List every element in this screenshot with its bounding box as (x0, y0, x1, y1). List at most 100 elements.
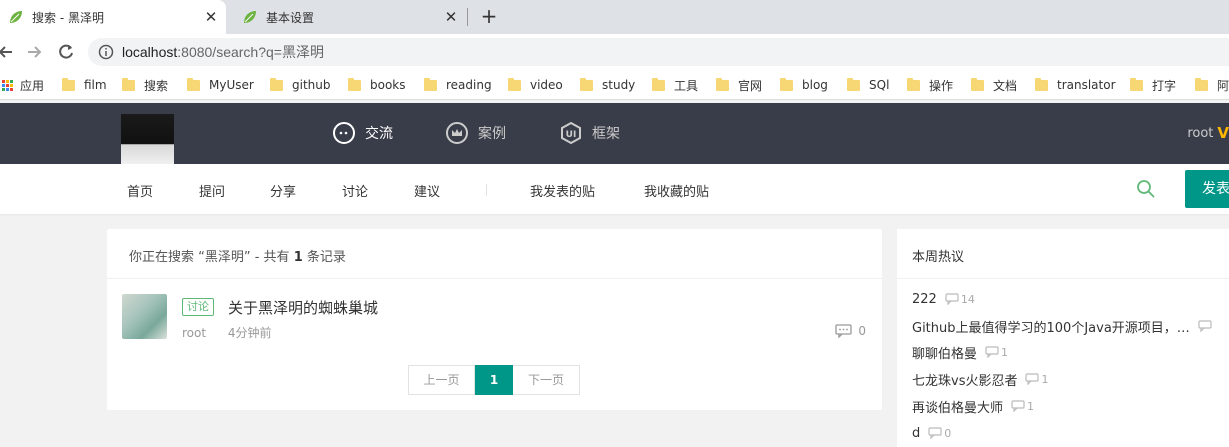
topnav-item-framework[interactable]: UI 框架 (559, 119, 620, 147)
tab-search[interactable]: 搜索 - 黑泽明 ✕ (0, 0, 226, 34)
bookmark-label: reading (446, 78, 492, 92)
subnav-item-my-favorites[interactable]: 我收藏的贴 (644, 181, 709, 200)
bookmark-label: study (602, 78, 636, 92)
bookmark-label: 操作 (929, 78, 954, 93)
info-icon[interactable] (98, 44, 114, 60)
subnav-item-discuss[interactable]: 讨论 (342, 181, 368, 200)
hot-topic-count-value: 0 (944, 426, 952, 440)
folder-icon (348, 77, 361, 91)
subnav-divider (486, 184, 487, 196)
search-result-count: 1 (293, 250, 303, 265)
back-arrow-icon[interactable] (0, 42, 16, 62)
hot-topic-item[interactable]: 七龙珠vs火影忍者 1 (912, 370, 1048, 389)
folder-icon (62, 77, 75, 91)
hot-topic-item[interactable]: 222 14 (912, 290, 975, 308)
forward-arrow-icon[interactable] (24, 42, 44, 62)
apps-grid-icon (2, 79, 13, 91)
close-tab-icon[interactable]: ✕ (202, 8, 220, 26)
reply-count-value: 0 (858, 324, 866, 338)
hot-topic-count: 1 (985, 346, 1008, 359)
search-icon[interactable] (1136, 179, 1156, 199)
topnav-item-community[interactable]: 交流 (332, 119, 393, 147)
bookmark-folder[interactable]: books (348, 77, 406, 93)
new-tab-button[interactable]: + (478, 5, 500, 27)
subnav-item-home[interactable]: 首页 (127, 181, 153, 200)
bookmark-folder[interactable]: 官网 (716, 77, 762, 93)
bookmark-folder[interactable]: 打字 (1130, 77, 1176, 93)
bookmark-folder[interactable]: study (580, 77, 635, 93)
close-tab-icon[interactable]: ✕ (442, 8, 460, 26)
bookmark-folder[interactable]: film (62, 77, 107, 93)
subnav-item-ask[interactable]: 提问 (199, 181, 225, 200)
next-page-button[interactable]: 下一页 (513, 365, 580, 395)
page-1-button[interactable]: 1 (475, 365, 513, 395)
bookmark-label: SQl (869, 78, 890, 92)
bookmark-folder[interactable]: video (508, 77, 563, 93)
bookmark-folder[interactable]: 搜索 (122, 77, 168, 93)
tab-settings[interactable]: 基本设置 ✕ (234, 0, 466, 34)
bookmark-label: 阿 (1217, 78, 1229, 93)
hot-topic-item[interactable]: Github上最值得学习的100个Java开源项目，… (912, 317, 1214, 336)
bookmark-apps[interactable]: 应用 (2, 77, 44, 93)
bookmark-folder[interactable]: SQl (847, 77, 889, 93)
bookmark-folder[interactable]: reading (424, 77, 492, 93)
sub-nav: 首页 提问 分享 讨论 建议 我发表的贴 我收藏的贴 发表 (0, 164, 1229, 214)
folder-icon (580, 77, 593, 91)
bookmark-folder[interactable]: MyUser (187, 77, 254, 93)
hot-topics-title: 本周热议 (897, 229, 1229, 279)
bookmark-label: blog (802, 78, 828, 92)
hot-topic-title: Github上最值得学习的100个Java开源项目，… (912, 320, 1190, 336)
pagination: 上一页 1 下一页 (408, 365, 580, 395)
bookmark-folder[interactable]: 操作 (907, 77, 953, 93)
folder-icon (1195, 77, 1208, 91)
bookmark-folder[interactable]: blog (780, 77, 828, 93)
folder-icon (971, 77, 984, 91)
hot-topic-count: 0 (928, 427, 951, 440)
prev-page-button[interactable]: 上一页 (408, 365, 475, 395)
hot-topic-count-value: 1 (1027, 399, 1035, 413)
hot-topics-panel: 本周热议 222 14 Github上最值得学习的100个Java开源项目，… … (897, 229, 1229, 447)
avatar[interactable] (122, 294, 167, 339)
post-title-link[interactable]: 关于黑泽明的蜘蛛巢城 (228, 297, 378, 318)
post-meta: root 4分钟前 (182, 324, 290, 341)
folder-icon (847, 77, 860, 91)
topnav-item-cases[interactable]: 案例 (445, 119, 506, 147)
search-summary: 你正在搜索 “黑泽明” - 共有 1 条记录 (107, 229, 882, 279)
bookmark-label: 打字 (1152, 78, 1177, 93)
hot-topic-item[interactable]: 聊聊伯格曼 1 (912, 343, 1008, 362)
hot-topic-title: 再谈伯格曼大师 (912, 400, 1004, 416)
site-logo[interactable] (121, 114, 174, 164)
bookmark-folder[interactable]: translator (1035, 77, 1116, 93)
bookmark-folder[interactable]: github (270, 77, 330, 93)
new-post-button[interactable]: 发表 (1185, 170, 1229, 208)
address-bar[interactable]: localhost:8080/search?q=黑泽明 (88, 38, 1229, 66)
site-header: 交流 案例 UI 框架 root V (0, 103, 1229, 164)
user-menu[interactable]: root V (1187, 124, 1229, 142)
folder-icon (780, 77, 793, 91)
hot-topic-item[interactable]: d 0 (912, 424, 951, 442)
hot-topic-count: 1 (1011, 400, 1034, 413)
browser-toolbar: localhost:8080/search?q=黑泽明 (0, 34, 1229, 70)
comment-icon (945, 293, 959, 305)
bookmark-folder[interactable]: 工具 (652, 77, 698, 93)
topnav-label: 交流 (365, 126, 393, 142)
post-time: 4分钟前 (227, 326, 272, 340)
bookmark-label: translator (1057, 78, 1116, 92)
subnav-item-suggest[interactable]: 建议 (414, 181, 440, 200)
list-item: 讨论 关于黑泽明的蜘蛛巢城 root 4分钟前 0 (107, 279, 882, 354)
subnav-item-my-posts[interactable]: 我发表的贴 (530, 181, 595, 200)
bookmark-folder[interactable]: 阿 (1195, 77, 1229, 93)
subnav-item-share[interactable]: 分享 (270, 181, 296, 200)
bookmark-folder[interactable]: 文档 (971, 77, 1017, 93)
hot-topic-title: d (912, 425, 921, 441)
hot-topic-count-value: 14 (960, 292, 975, 306)
reload-icon[interactable] (56, 42, 76, 62)
comment-icon (1198, 320, 1212, 332)
folder-icon (424, 77, 437, 91)
hot-topic-item[interactable]: 再谈伯格曼大师 1 (912, 397, 1034, 416)
tab-divider (467, 8, 468, 26)
svg-text:UI: UI (566, 130, 577, 140)
bookmark-label: MyUser (209, 78, 254, 92)
post-author[interactable]: root (182, 326, 206, 340)
folder-icon (907, 77, 920, 91)
